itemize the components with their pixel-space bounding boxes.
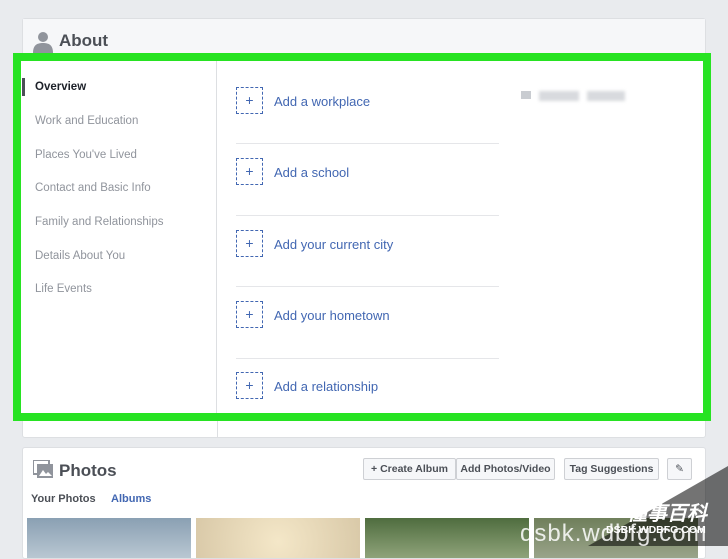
add-school-row[interactable]: + Add a school — [236, 132, 499, 202]
plus-icon[interactable]: + — [236, 87, 263, 114]
about-sidebar: Overview Work and Education Places You'v… — [21, 61, 216, 413]
sidebar-item-details-about-you[interactable]: Details About You — [35, 250, 125, 262]
sidebar-item-family-relationships[interactable]: Family and Relationships — [35, 216, 163, 228]
sidebar-item-places-lived[interactable]: Places You've Lived — [35, 149, 137, 161]
blurred-info — [521, 89, 631, 103]
sidebar-item-contact-info[interactable]: Contact and Basic Info — [35, 182, 151, 194]
about-title: About — [59, 31, 109, 50]
add-workplace-row[interactable]: + Add a workplace — [236, 61, 499, 131]
add-current-city-row[interactable]: + Add your current city — [236, 204, 499, 274]
watermark-url: DSBK.WDBFG.COM — [606, 524, 706, 536]
person-icon — [33, 32, 53, 53]
create-album-button[interactable]: + Create Album — [363, 458, 456, 480]
plus-icon[interactable]: + — [236, 301, 263, 328]
blurred-text — [539, 91, 579, 101]
photos-icon — [33, 460, 53, 478]
add-hometown-link[interactable]: Add your hometown — [274, 308, 390, 323]
add-workplace-link[interactable]: Add a workplace — [274, 94, 370, 109]
photo-thumbnail[interactable] — [27, 518, 191, 558]
sidebar-item-life-events[interactable]: Life Events — [35, 283, 92, 295]
tab-albums[interactable]: Albums — [111, 493, 151, 505]
sidebar-item-overview[interactable]: Overview — [35, 81, 86, 93]
active-indicator — [22, 78, 25, 96]
content-divider — [216, 61, 217, 413]
add-relationship-row[interactable]: + Add a relationship — [236, 346, 499, 416]
add-school-link[interactable]: Add a school — [274, 165, 349, 180]
plus-icon[interactable]: + — [236, 158, 263, 185]
watermark-title: 懂事百科 — [627, 503, 707, 525]
tab-your-photos[interactable]: Your Photos — [31, 493, 96, 505]
plus-icon[interactable]: + — [236, 372, 263, 399]
about-header: About — [23, 19, 705, 64]
plus-icon[interactable]: + — [236, 230, 263, 257]
blurred-text — [587, 91, 625, 101]
add-photos-button[interactable]: Add Photos/Video — [456, 458, 555, 480]
add-current-city-link[interactable]: Add your current city — [274, 237, 393, 252]
add-hometown-row[interactable]: + Add your hometown — [236, 275, 499, 345]
add-relationship-link[interactable]: Add a relationship — [274, 379, 378, 394]
about-content-panel: Overview Work and Education Places You'v… — [21, 61, 703, 413]
sidebar-item-work-education[interactable]: Work and Education — [35, 115, 138, 127]
photo-thumbnail[interactable] — [196, 518, 360, 558]
photos-title: Photos — [59, 461, 117, 480]
info-icon — [521, 91, 531, 99]
photo-thumbnail[interactable] — [365, 518, 529, 558]
